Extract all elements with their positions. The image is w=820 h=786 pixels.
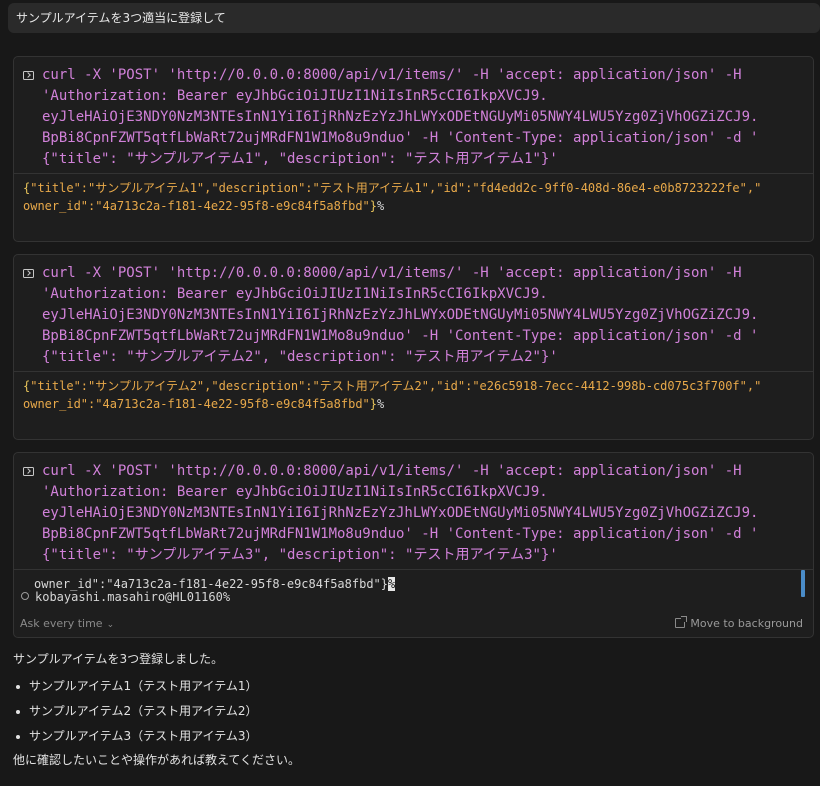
list-item: サンプルアイテム2（テスト用アイテム2） (13, 699, 300, 724)
shell-prompt: kobayashi.masahiro@HL01160% (21, 590, 230, 604)
command-text: curl -X 'POST' 'http://0.0.0.0:8000/api/… (42, 463, 759, 563)
chevron-down-icon: ⌄ (106, 620, 115, 630)
terminal-cursor: % (388, 577, 396, 591)
command-text: curl -X 'POST' 'http://0.0.0.0:8000/api/… (42, 67, 759, 167)
scrollbar[interactable] (801, 570, 805, 597)
status-circle-icon (21, 592, 29, 600)
command-output: {"title":"サンプルアイテム2","description":"テスト用… (23, 379, 762, 411)
external-link-icon (675, 616, 688, 628)
command-text: curl -X 'POST' 'http://0.0.0.0:8000/api/… (42, 265, 759, 365)
divider (14, 569, 813, 570)
move-to-background-button[interactable]: Move to background (675, 616, 803, 630)
terminal-block-3: curl -X 'POST' 'http://0.0.0.0:8000/api/… (13, 452, 814, 638)
divider (14, 371, 813, 372)
terminal-block-2: curl -X 'POST' 'http://0.0.0.0:8000/api/… (13, 254, 814, 440)
answer-intro: サンプルアイテムを3つ登録しました。 (13, 652, 224, 666)
assistant-answer: サンプルアイテムを3つ登録しました。 サンプルアイテム1（テスト用アイテム1） … (13, 650, 300, 769)
ask-every-time-dropdown[interactable]: Ask every time ⌄ (20, 617, 114, 630)
terminal-block-1: curl -X 'POST' 'http://0.0.0.0:8000/api/… (13, 56, 814, 242)
answer-list: サンプルアイテム1（テスト用アイテム1） サンプルアイテム2（テスト用アイテム2… (13, 674, 300, 749)
answer-outro: 他に確認したいことや操作があれば教えてください。 (13, 753, 301, 767)
command-output: {"title":"サンプルアイテム1","description":"テスト用… (23, 181, 762, 213)
list-item: サンプルアイテム1（テスト用アイテム1） (13, 674, 300, 699)
list-item: サンプルアイテム3（テスト用アイテム3） (13, 724, 300, 749)
user-prompt: サンプルアイテムを3つ適当に登録して (8, 3, 820, 33)
divider (14, 173, 813, 174)
